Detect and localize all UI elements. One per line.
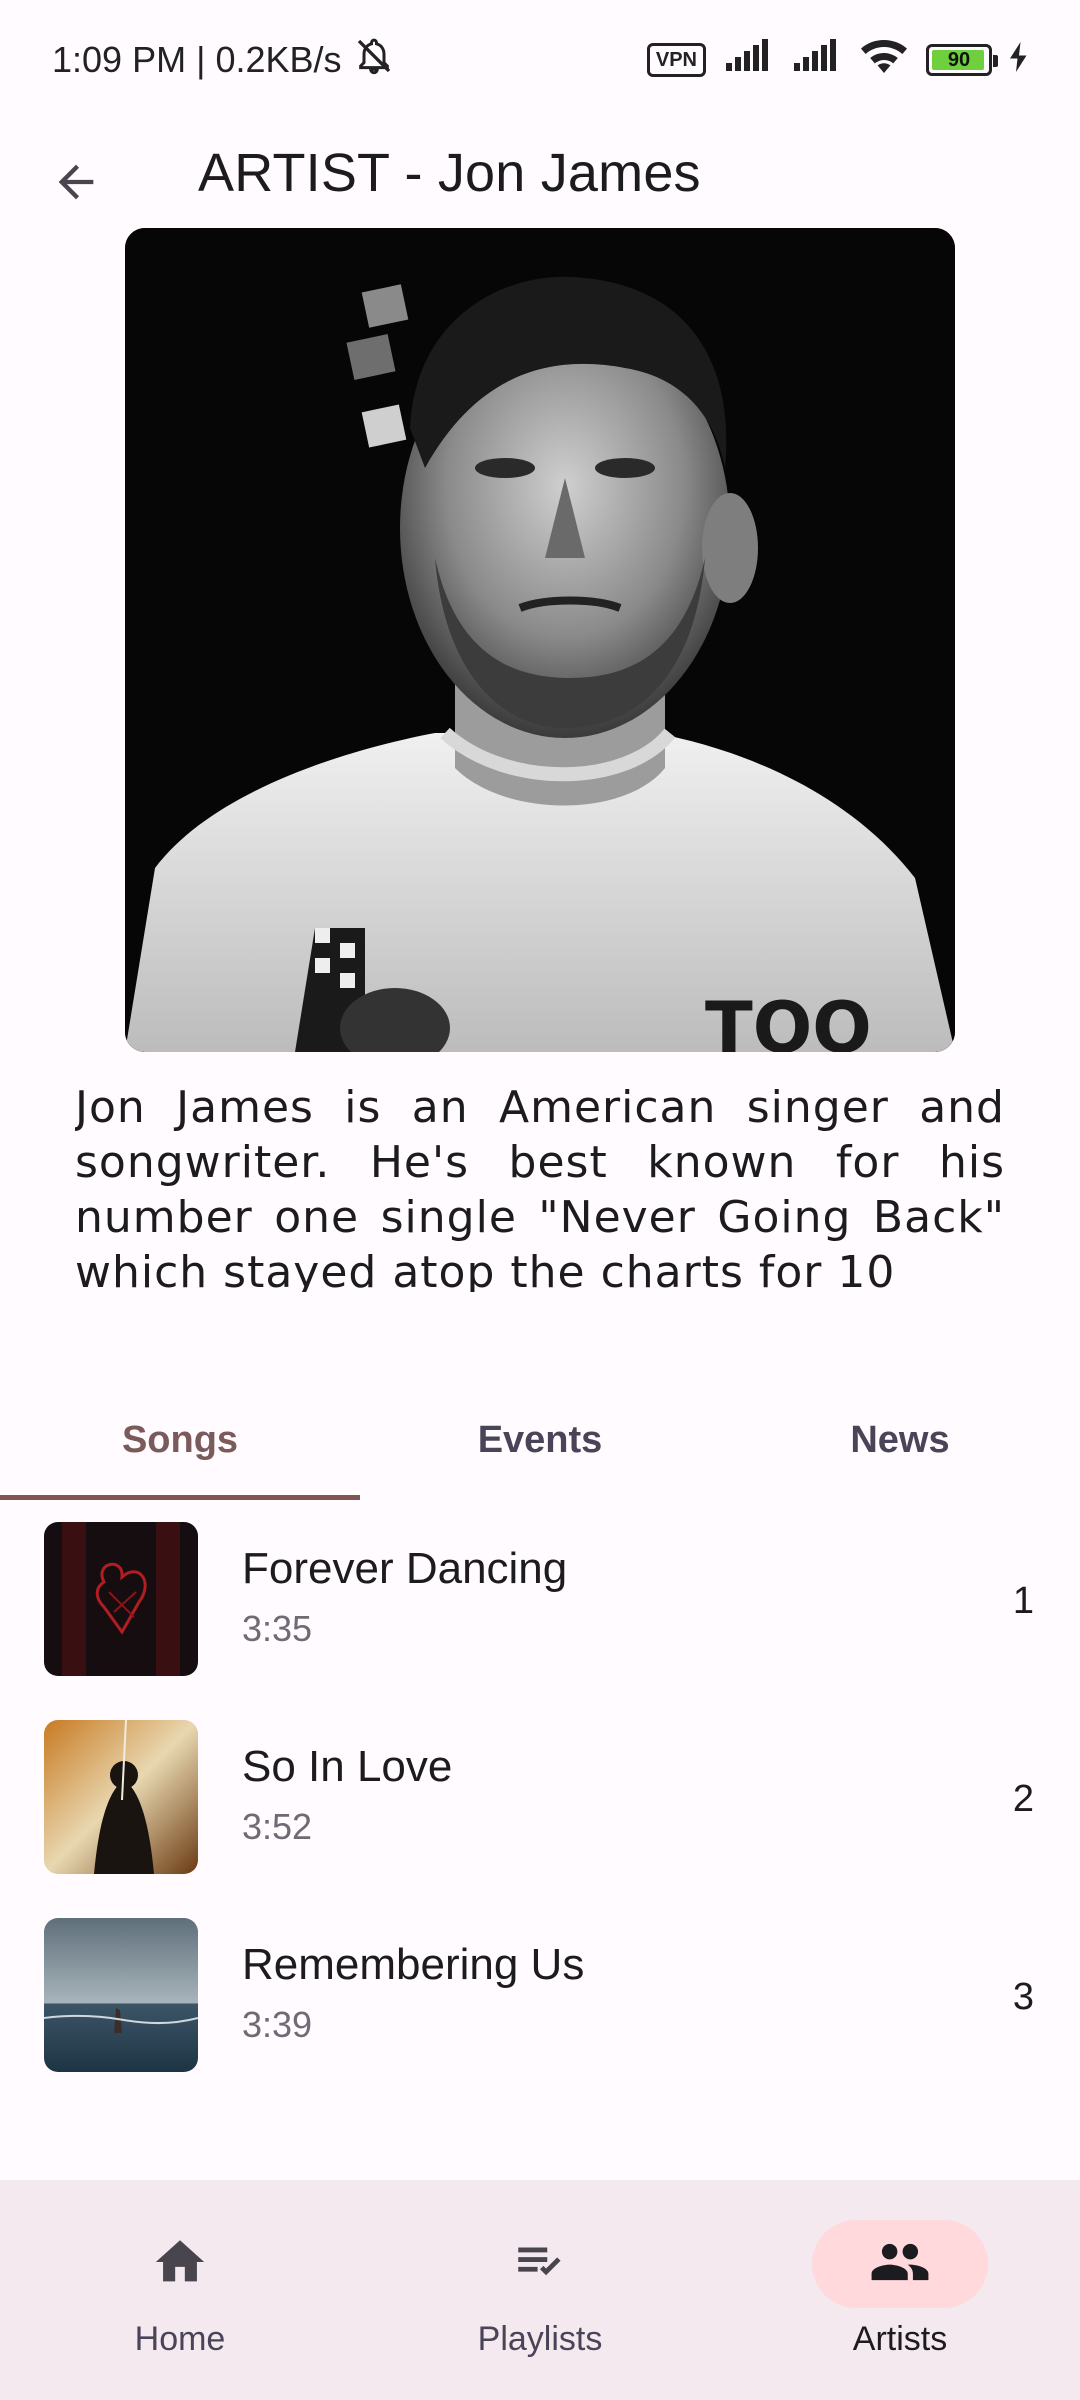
status-bar-left: 1:09 PM | 0.2KB/s [52,36,396,85]
artist-bio: Jon James is an American singer and song… [75,1082,1005,1292]
song-duration: 3:39 [242,2004,313,2045]
battery-level: 90 [947,48,971,71]
vpn-badge: VPN [646,43,706,77]
nav-playlists[interactable]: Playlists [360,2180,720,2400]
status-separator: | [196,39,206,80]
song-row[interactable]: So In Love 3:52 2 [0,1698,1080,1896]
nav-home-label: Home [134,2320,226,2358]
nav-artists-indicator [812,2220,988,2308]
home-icon [151,2233,209,2296]
bottom-navigation: Home Playlists Artists [0,2180,1080,2400]
tab-bar: Songs Events News [0,1380,1080,1500]
song-number: 2 [1012,1778,1034,1820]
people-icon [869,2231,931,2298]
status-network-speed: 0.2KB/s [215,39,342,80]
signal-icon [724,38,774,82]
song-duration: 3:35 [242,1608,313,1649]
nav-playlists-label: Playlists [477,2320,603,2358]
page-title: ARTIST - Jon James [198,143,701,203]
nav-home[interactable]: Home [0,2180,360,2400]
tab-news[interactable]: News [720,1380,1080,1500]
arrow-back-icon [50,156,102,213]
song-cover-art [44,1522,198,1676]
charging-bolt-icon [1010,39,1028,81]
song-list: Forever Dancing 3:35 1 So In Love 3:52 2… [0,1500,1080,2094]
nav-artists-label: Artists [852,2320,948,2358]
back-button[interactable] [40,148,112,220]
status-bar: 1:09 PM | 0.2KB/s VPN 90 [0,0,1080,120]
song-number: 3 [1012,1976,1034,2018]
song-row[interactable]: Remembering Us 3:39 3 [0,1896,1080,2094]
song-row[interactable]: Forever Dancing 3:35 1 [0,1500,1080,1698]
song-duration: 3:52 [242,1806,313,1847]
song-cover-art [44,1918,198,2072]
signal-icon-secondary [792,38,842,82]
muted-bell-icon [352,36,396,85]
song-cover-art [44,1720,198,1874]
song-title: Remembering Us [242,1940,585,1989]
nav-home-indicator [92,2220,268,2308]
song-title: So In Love [242,1742,453,1791]
playlist-check-icon [511,2233,569,2296]
status-time: 1:09 PM [52,39,187,80]
tab-events[interactable]: Events [360,1380,720,1500]
song-title: Forever Dancing [242,1544,568,1593]
artist-photo: TOO [125,228,955,1052]
wifi-icon [860,38,908,83]
tab-songs[interactable]: Songs [0,1380,360,1500]
nav-artists[interactable]: Artists [720,2180,1080,2400]
battery-indicator: 90 [926,44,998,76]
nav-playlists-indicator [452,2220,628,2308]
song-number: 1 [1012,1580,1034,1622]
svg-text:TOO: TOO [705,987,872,1052]
status-bar-right: VPN 90 [646,38,1028,83]
